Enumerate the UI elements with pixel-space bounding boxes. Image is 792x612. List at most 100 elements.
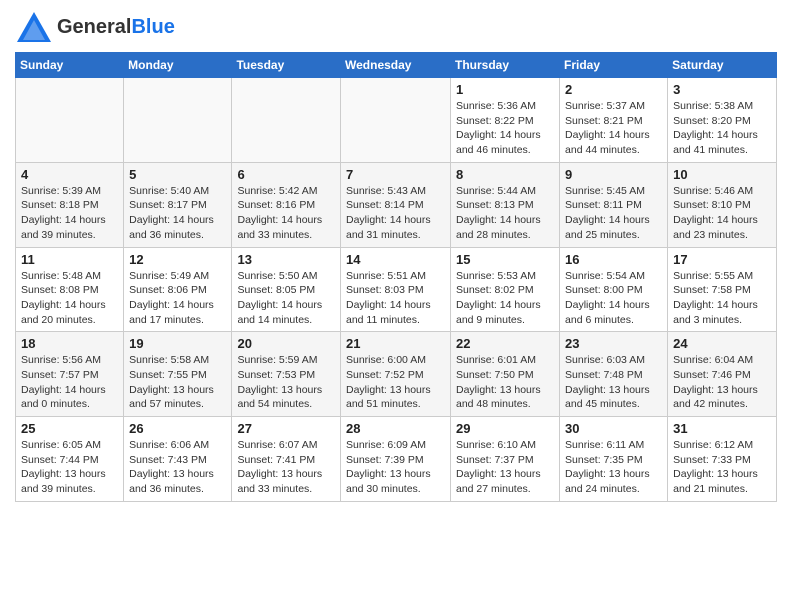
calendar-day (232, 78, 341, 163)
day-info: Sunrise: 5:50 AM Sunset: 8:05 PM Dayligh… (237, 269, 335, 328)
day-info: Sunrise: 6:04 AM Sunset: 7:46 PM Dayligh… (673, 353, 771, 412)
calendar-week: 18 Sunrise: 5:56 AM Sunset: 7:57 PM Dayli… (16, 332, 777, 417)
calendar-day: 4 Sunrise: 5:39 AM Sunset: 8:18 PM Daylig… (16, 162, 124, 247)
calendar-day: 19 Sunrise: 5:58 AM Sunset: 7:55 PM Dayli… (124, 332, 232, 417)
calendar-day: 29 Sunrise: 6:10 AM Sunset: 7:37 PM Dayli… (451, 417, 560, 502)
calendar-table: SundayMondayTuesdayWednesdayThursdayFrid… (15, 52, 777, 502)
day-number: 25 (21, 421, 118, 436)
day-info: Sunrise: 6:05 AM Sunset: 7:44 PM Dayligh… (21, 438, 118, 497)
calendar-day: 17 Sunrise: 5:55 AM Sunset: 7:58 PM Dayli… (668, 247, 777, 332)
day-info: Sunrise: 5:59 AM Sunset: 7:53 PM Dayligh… (237, 353, 335, 412)
calendar-day: 25 Sunrise: 6:05 AM Sunset: 7:44 PM Dayli… (16, 417, 124, 502)
day-number: 20 (237, 336, 335, 351)
day-info: Sunrise: 6:03 AM Sunset: 7:48 PM Dayligh… (565, 353, 662, 412)
logo-blue: Blue (131, 16, 174, 38)
day-number: 16 (565, 252, 662, 267)
day-number: 23 (565, 336, 662, 351)
calendar-day: 13Sunrise: 5:50 AM Sunset: 8:05 PM Dayli… (232, 247, 341, 332)
day-number: 21 (346, 336, 445, 351)
header-day: Tuesday (232, 53, 341, 78)
day-info: Sunrise: 5:43 AM Sunset: 8:14 PM Dayligh… (346, 184, 445, 243)
day-number: 17 (673, 252, 771, 267)
day-info: Sunrise: 6:10 AM Sunset: 7:37 PM Dayligh… (456, 438, 554, 497)
logo-general: General (57, 16, 131, 38)
calendar-day: 2Sunrise: 5:37 AM Sunset: 8:21 PM Daylig… (560, 78, 668, 163)
day-number: 3 (673, 82, 771, 97)
calendar-header: SundayMondayTuesdayWednesdayThursdayFrid… (16, 53, 777, 78)
calendar-body: 1 Sunrise: 5:36 AM Sunset: 8:22 PM Daylig… (16, 78, 777, 502)
header-day: Thursday (451, 53, 560, 78)
day-number: 26 (129, 421, 226, 436)
calendar-day: 28 Sunrise: 6:09 AM Sunset: 7:39 PM Dayli… (341, 417, 451, 502)
day-number: 29 (456, 421, 554, 436)
calendar-week: 25 Sunrise: 6:05 AM Sunset: 7:44 PM Dayli… (16, 417, 777, 502)
day-number: 14 (346, 252, 445, 267)
day-info: Sunrise: 5:56 AM Sunset: 7:57 PM Dayligh… (21, 353, 118, 412)
calendar-day: 30Sunrise: 6:11 AM Sunset: 7:35 PM Dayli… (560, 417, 668, 502)
calendar-day: 15 Sunrise: 5:53 AM Sunset: 8:02 PM Dayli… (451, 247, 560, 332)
calendar-day (16, 78, 124, 163)
header-day: Wednesday (341, 53, 451, 78)
day-number: 10 (673, 167, 771, 182)
day-info: Sunrise: 5:36 AM Sunset: 8:22 PM Dayligh… (456, 99, 554, 158)
calendar-day: 3 Sunrise: 5:38 AM Sunset: 8:20 PM Daylig… (668, 78, 777, 163)
day-info: Sunrise: 5:54 AM Sunset: 8:00 PM Dayligh… (565, 269, 662, 328)
calendar-day (341, 78, 451, 163)
day-number: 6 (237, 167, 335, 182)
day-info: Sunrise: 6:07 AM Sunset: 7:41 PM Dayligh… (237, 438, 335, 497)
day-info: Sunrise: 6:01 AM Sunset: 7:50 PM Dayligh… (456, 353, 554, 412)
day-number: 15 (456, 252, 554, 267)
day-number: 22 (456, 336, 554, 351)
day-number: 8 (456, 167, 554, 182)
logo-icon (15, 10, 53, 44)
day-info: Sunrise: 5:53 AM Sunset: 8:02 PM Dayligh… (456, 269, 554, 328)
day-info: Sunrise: 5:55 AM Sunset: 7:58 PM Dayligh… (673, 269, 771, 328)
calendar-week: 11Sunrise: 5:48 AM Sunset: 8:08 PM Dayli… (16, 247, 777, 332)
day-info: Sunrise: 5:58 AM Sunset: 7:55 PM Dayligh… (129, 353, 226, 412)
calendar-day: 8 Sunrise: 5:44 AM Sunset: 8:13 PM Daylig… (451, 162, 560, 247)
day-number: 12 (129, 252, 226, 267)
day-number: 19 (129, 336, 226, 351)
day-info: Sunrise: 5:39 AM Sunset: 8:18 PM Dayligh… (21, 184, 118, 243)
day-info: Sunrise: 5:46 AM Sunset: 8:10 PM Dayligh… (673, 184, 771, 243)
calendar-day: 27 Sunrise: 6:07 AM Sunset: 7:41 PM Dayli… (232, 417, 341, 502)
day-number: 7 (346, 167, 445, 182)
calendar-day: 21 Sunrise: 6:00 AM Sunset: 7:52 PM Dayli… (341, 332, 451, 417)
day-info: Sunrise: 5:38 AM Sunset: 8:20 PM Dayligh… (673, 99, 771, 158)
day-info: Sunrise: 6:00 AM Sunset: 7:52 PM Dayligh… (346, 353, 445, 412)
calendar-week: 4 Sunrise: 5:39 AM Sunset: 8:18 PM Daylig… (16, 162, 777, 247)
day-number: 28 (346, 421, 445, 436)
calendar-day: 16 Sunrise: 5:54 AM Sunset: 8:00 PM Dayli… (560, 247, 668, 332)
day-info: Sunrise: 5:45 AM Sunset: 8:11 PM Dayligh… (565, 184, 662, 243)
calendar-day: 24Sunrise: 6:04 AM Sunset: 7:46 PM Dayli… (668, 332, 777, 417)
calendar-day: 22 Sunrise: 6:01 AM Sunset: 7:50 PM Dayli… (451, 332, 560, 417)
calendar-day (124, 78, 232, 163)
calendar-day: 14Sunrise: 5:51 AM Sunset: 8:03 PM Dayli… (341, 247, 451, 332)
header-day: Sunday (16, 53, 124, 78)
calendar-day: 7 Sunrise: 5:43 AM Sunset: 8:14 PM Daylig… (341, 162, 451, 247)
day-number: 31 (673, 421, 771, 436)
calendar-day: 6 Sunrise: 5:42 AM Sunset: 8:16 PM Daylig… (232, 162, 341, 247)
day-number: 11 (21, 252, 118, 267)
calendar-day: 9 Sunrise: 5:45 AM Sunset: 8:11 PM Daylig… (560, 162, 668, 247)
day-number: 4 (21, 167, 118, 182)
day-number: 9 (565, 167, 662, 182)
day-info: Sunrise: 6:09 AM Sunset: 7:39 PM Dayligh… (346, 438, 445, 497)
day-info: Sunrise: 5:42 AM Sunset: 8:16 PM Dayligh… (237, 184, 335, 243)
day-number: 18 (21, 336, 118, 351)
header-row: SundayMondayTuesdayWednesdayThursdayFrid… (16, 53, 777, 78)
header-day: Friday (560, 53, 668, 78)
day-number: 27 (237, 421, 335, 436)
header-day: Saturday (668, 53, 777, 78)
calendar-day: 18 Sunrise: 5:56 AM Sunset: 7:57 PM Dayli… (16, 332, 124, 417)
header-day: Monday (124, 53, 232, 78)
day-number: 2 (565, 82, 662, 97)
calendar-day: 20 Sunrise: 5:59 AM Sunset: 7:53 PM Dayli… (232, 332, 341, 417)
day-info: Sunrise: 6:12 AM Sunset: 7:33 PM Dayligh… (673, 438, 771, 497)
day-info: Sunrise: 5:44 AM Sunset: 8:13 PM Dayligh… (456, 184, 554, 243)
day-info: Sunrise: 6:11 AM Sunset: 7:35 PM Dayligh… (565, 438, 662, 497)
header: GeneralBlue (15, 10, 777, 44)
day-info: Sunrise: 6:06 AM Sunset: 7:43 PM Dayligh… (129, 438, 226, 497)
day-number: 1 (456, 82, 554, 97)
calendar-day: 31 Sunrise: 6:12 AM Sunset: 7:33 PM Dayli… (668, 417, 777, 502)
